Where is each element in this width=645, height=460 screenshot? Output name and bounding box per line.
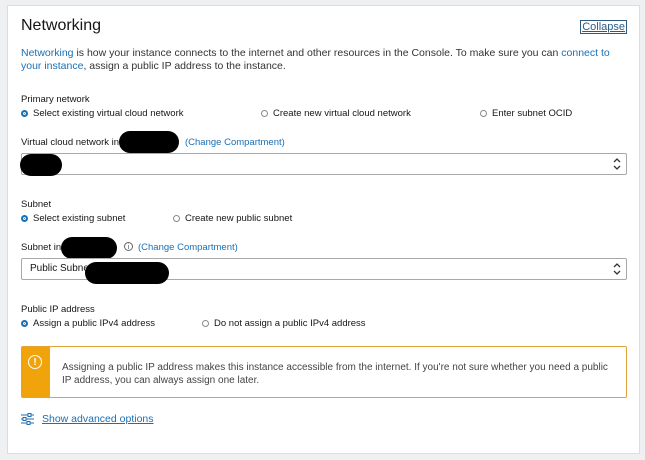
radio-label: Create new virtual cloud network: [273, 108, 411, 119]
public-ip-label: Public IP address: [21, 304, 95, 315]
show-advanced-options-label[interactable]: Show advanced options: [42, 413, 154, 425]
vcn-select[interactable]: [21, 153, 627, 175]
radio-select-existing-subnet[interactable]: Select existing subnet: [21, 213, 125, 224]
radio-dot[interactable]: [480, 110, 487, 117]
radio-select-existing-vcn[interactable]: Select existing virtual cloud network: [21, 108, 184, 119]
redacted-subnet-compartment: [61, 237, 117, 259]
select-arrows-icon: [613, 158, 621, 170]
sliders-icon: [21, 413, 34, 425]
subnet-field-label: Subnet in: [21, 242, 62, 253]
subnet-label: Subnet: [21, 199, 52, 210]
subnet-select-value: Public Subne: [30, 263, 89, 274]
networking-link[interactable]: Networking: [21, 47, 74, 59]
networking-panel: Networking Collapse Networking is how yo…: [7, 5, 640, 454]
warning-icon: !: [28, 355, 42, 369]
vcn-label: Virtual cloud network in: [21, 137, 120, 148]
radio-create-new-vcn[interactable]: Create new virtual cloud network: [261, 108, 411, 119]
radio-label: Select existing virtual cloud network: [33, 108, 184, 119]
collapse-button[interactable]: Collapse: [580, 20, 627, 34]
vcn-change-compartment-link[interactable]: (Change Compartment): [185, 137, 285, 148]
show-advanced-options[interactable]: Show advanced options: [21, 413, 154, 425]
radio-dot[interactable]: [173, 215, 180, 222]
intro-text-part1: is how your instance connects to the int…: [73, 47, 562, 59]
subnet-radio-group: Select existing subnet Create new public…: [21, 213, 627, 225]
redacted-subnet-name: [85, 262, 169, 284]
radio-label: Do not assign a public IPv4 address: [214, 318, 366, 329]
section-title: Networking: [21, 17, 102, 34]
intro-text-part2: , assign a public IP address to the inst…: [83, 60, 286, 72]
primary-network-label: Primary network: [21, 94, 90, 105]
warning-strip: !: [22, 347, 50, 397]
redacted-compartment: [119, 131, 179, 153]
radio-dot[interactable]: [261, 110, 268, 117]
radio-label: Create new public subnet: [185, 213, 293, 224]
radio-dot[interactable]: [21, 110, 28, 117]
public-ip-radio-group: Assign a public IPv4 address Do not assi…: [21, 318, 627, 330]
radio-dot[interactable]: [21, 320, 28, 327]
warning-banner: ! Assigning a public IP address makes th…: [21, 346, 627, 398]
radio-no-public-ip[interactable]: Do not assign a public IPv4 address: [202, 318, 366, 329]
info-icon[interactable]: i: [124, 242, 133, 251]
primary-network-radio-group: Select existing virtual cloud network Cr…: [21, 108, 627, 120]
redacted-vcn-name: [20, 154, 62, 176]
radio-assign-public-ip[interactable]: Assign a public IPv4 address: [21, 318, 155, 329]
warning-text: Assigning a public IP address makes this…: [62, 362, 608, 386]
radio-create-new-subnet[interactable]: Create new public subnet: [173, 213, 292, 224]
select-arrows-icon: [613, 263, 621, 275]
subnet-change-compartment-link[interactable]: (Change Compartment): [138, 242, 238, 253]
radio-label: Assign a public IPv4 address: [33, 318, 155, 329]
radio-label: Enter subnet OCID: [492, 108, 573, 119]
intro-text: Networking is how your instance connects…: [21, 47, 621, 73]
radio-enter-subnet-ocid[interactable]: Enter subnet OCID: [480, 108, 572, 119]
radio-dot[interactable]: [202, 320, 209, 327]
radio-dot[interactable]: [21, 215, 28, 222]
radio-label: Select existing subnet: [33, 213, 126, 224]
